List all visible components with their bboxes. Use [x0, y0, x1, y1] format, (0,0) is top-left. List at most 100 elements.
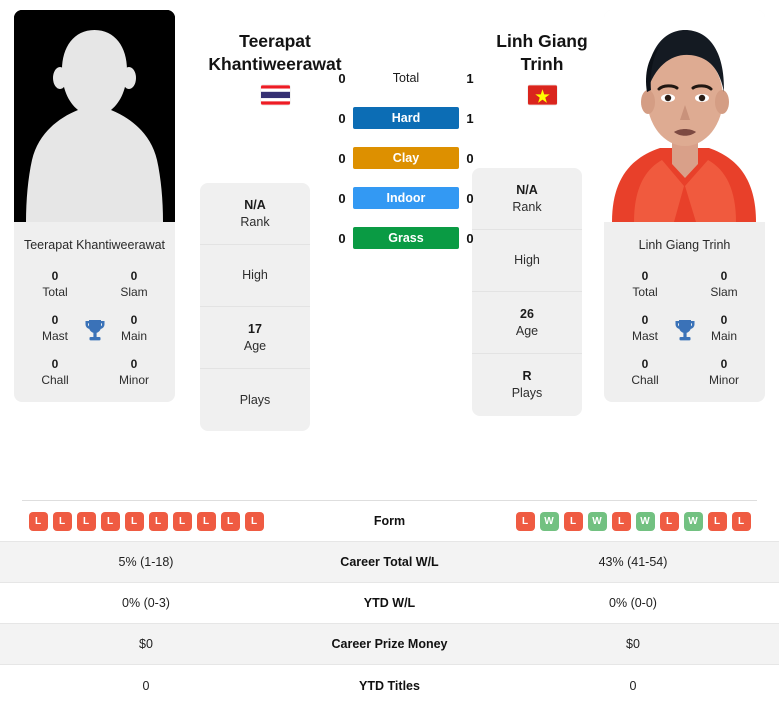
- title-stat: 0 Main: [695, 312, 753, 344]
- stat-cell-age: 17 Age: [200, 307, 310, 369]
- title-value: 0: [51, 269, 59, 283]
- player-name-line1-left: Teerapat: [239, 31, 311, 51]
- form-badges-right: LWLWLWLWLL: [515, 511, 751, 531]
- row-value-right: 0% (0-0): [609, 596, 657, 610]
- h2h-row-total: 0 Total 1: [336, 58, 476, 98]
- h2h-bar-clay[interactable]: Clay: [353, 147, 459, 169]
- table-row-ytd-titles: 0 YTD Titles 0: [0, 665, 779, 706]
- row-value-left: 5% (1-18): [118, 555, 174, 569]
- form-badge-l: L: [611, 511, 631, 531]
- trophy-icon: [85, 320, 104, 341]
- form-badge-l: L: [563, 511, 583, 531]
- form-badge-w: W: [635, 511, 655, 531]
- title-stat: 0 Chall: [616, 356, 674, 388]
- row-label: YTD W/L: [363, 596, 416, 610]
- title-label: Mast: [631, 329, 658, 343]
- form-badge-l: L: [28, 511, 48, 531]
- h2h-bar-hard[interactable]: Hard: [353, 107, 459, 129]
- form-right: LWLWLWLWLL: [487, 511, 779, 531]
- stat-label: Rank: [240, 214, 270, 229]
- stat-value: N/A: [516, 182, 538, 197]
- player-card-name-right: Linh Giang Trinh: [638, 237, 731, 252]
- row-label: Form: [373, 514, 406, 528]
- title-label: Minor: [708, 373, 739, 387]
- titles-row: 0 Chall 0 Minor: [14, 356, 175, 388]
- stat-label: High: [242, 268, 268, 282]
- form-badges-left: LLLLLLLLLL: [28, 511, 264, 531]
- player-card-left[interactable]: Teerapat Khantiweerawat 0 Total 0 Slam 0…: [14, 10, 175, 402]
- vietnam-flag-icon: [527, 85, 557, 105]
- title-stat: 0 Slam: [105, 268, 163, 300]
- row-value-right: 0: [629, 678, 637, 693]
- h2h-right-count: 1: [466, 110, 474, 126]
- form-badge-w: W: [683, 511, 703, 531]
- h2h-right-count: 0: [466, 230, 474, 246]
- trophy-icon: [675, 320, 694, 341]
- stat-cell-age: 26 Age: [472, 292, 582, 354]
- titles-grid-left: 0 Total 0 Slam 0 Mast 0 Main 0 Chall 0 M…: [14, 266, 175, 402]
- h2h-left-count: 0: [338, 110, 346, 126]
- form-badge-l: L: [515, 511, 535, 531]
- title-value: 0: [51, 357, 59, 371]
- title-stat: 0 Main: [105, 312, 163, 344]
- head-to-head-surfaces: 0 Total 1 0 Hard 1 0 Clay 0 0 Indoor 0 0: [336, 58, 476, 258]
- avatar-silhouette-icon: [14, 10, 175, 222]
- title-label: Mast: [41, 329, 68, 343]
- title-label: Chall: [631, 373, 659, 387]
- h2h-right-count: 0: [466, 190, 474, 206]
- comparison-table: LLLLLLLLLL Form LWLWLWLWLL 5% (1-18) Car…: [0, 501, 779, 706]
- h2h-bar-indoor[interactable]: Indoor: [353, 187, 459, 209]
- h2h-right-count: 0: [466, 150, 474, 166]
- h2h-row-clay: 0 Clay 0: [336, 138, 476, 178]
- row-label: Career Total W/L: [340, 555, 439, 569]
- table-row-form: LLLLLLLLLL Form LWLWLWLWLL: [0, 501, 779, 542]
- stat-cell-rank: N/A Rank: [472, 168, 582, 230]
- title-value: 0: [641, 357, 649, 371]
- row-value-right: 43% (41-54): [598, 555, 668, 569]
- h2h-label-total: Total: [392, 71, 420, 85]
- h2h-left-count: 0: [338, 70, 346, 86]
- stat-column-left: N/A Rank High 17 Age Plays: [200, 183, 310, 431]
- form-badge-l: L: [731, 511, 751, 531]
- title-stat: 0 Total: [26, 268, 84, 300]
- player-photo-left: [14, 10, 175, 222]
- form-badge-w: W: [539, 511, 559, 531]
- h2h-row-grass: 0 Grass 0: [336, 218, 476, 258]
- title-label: Total: [632, 285, 658, 299]
- stat-label: High: [514, 253, 540, 267]
- title-stat: 0 Slam: [695, 268, 753, 300]
- form-badge-l: L: [172, 511, 192, 531]
- title-stat: 0 Total: [616, 268, 674, 300]
- h2h-bar-grass[interactable]: Grass: [353, 227, 459, 249]
- comparison-header: Teerapat Khantiweerawat 0 Total 0 Slam 0…: [0, 0, 779, 492]
- title-label: Main: [120, 329, 147, 343]
- form-badge-w: W: [587, 511, 607, 531]
- titles-row: 0 Total 0 Slam: [14, 268, 175, 300]
- stat-value: 26: [520, 306, 534, 321]
- title-value: 0: [641, 313, 649, 327]
- form-badge-l: L: [148, 511, 168, 531]
- player-name-line1-right: Linh Giang: [496, 31, 588, 51]
- form-badge-l: L: [659, 511, 679, 531]
- h2h-row-indoor: 0 Indoor 0: [336, 178, 476, 218]
- title-value: 0: [130, 313, 138, 327]
- stat-label: Age: [515, 323, 539, 338]
- table-row-ytd-wl: 0% (0-3) YTD W/L 0% (0-0): [0, 583, 779, 624]
- form-badge-l: L: [707, 511, 727, 531]
- stat-cell-high: High: [200, 245, 310, 307]
- h2h-left-count: 0: [338, 190, 346, 206]
- row-value-left: 0: [142, 678, 150, 693]
- titles-row: 0 Total 0 Slam: [604, 268, 765, 300]
- stat-label: Rank: [512, 199, 542, 214]
- stat-column-right: N/A Rank High 26 Age R Plays: [472, 168, 582, 416]
- player-card-name-left: Teerapat Khantiweerawat: [23, 237, 166, 252]
- player-comparison-page: Teerapat Khantiweerawat 0 Total 0 Slam 0…: [0, 0, 779, 719]
- row-value-left: 0% (0-3): [122, 596, 170, 610]
- title-label: Main: [710, 329, 737, 343]
- h2h-left-count: 0: [338, 230, 346, 246]
- title-value: 0: [51, 313, 59, 327]
- form-left: LLLLLLLLLL: [0, 511, 292, 531]
- title-stat: 0 Minor: [105, 356, 163, 388]
- row-value-right: $0: [626, 637, 640, 651]
- title-label: Slam: [120, 285, 148, 299]
